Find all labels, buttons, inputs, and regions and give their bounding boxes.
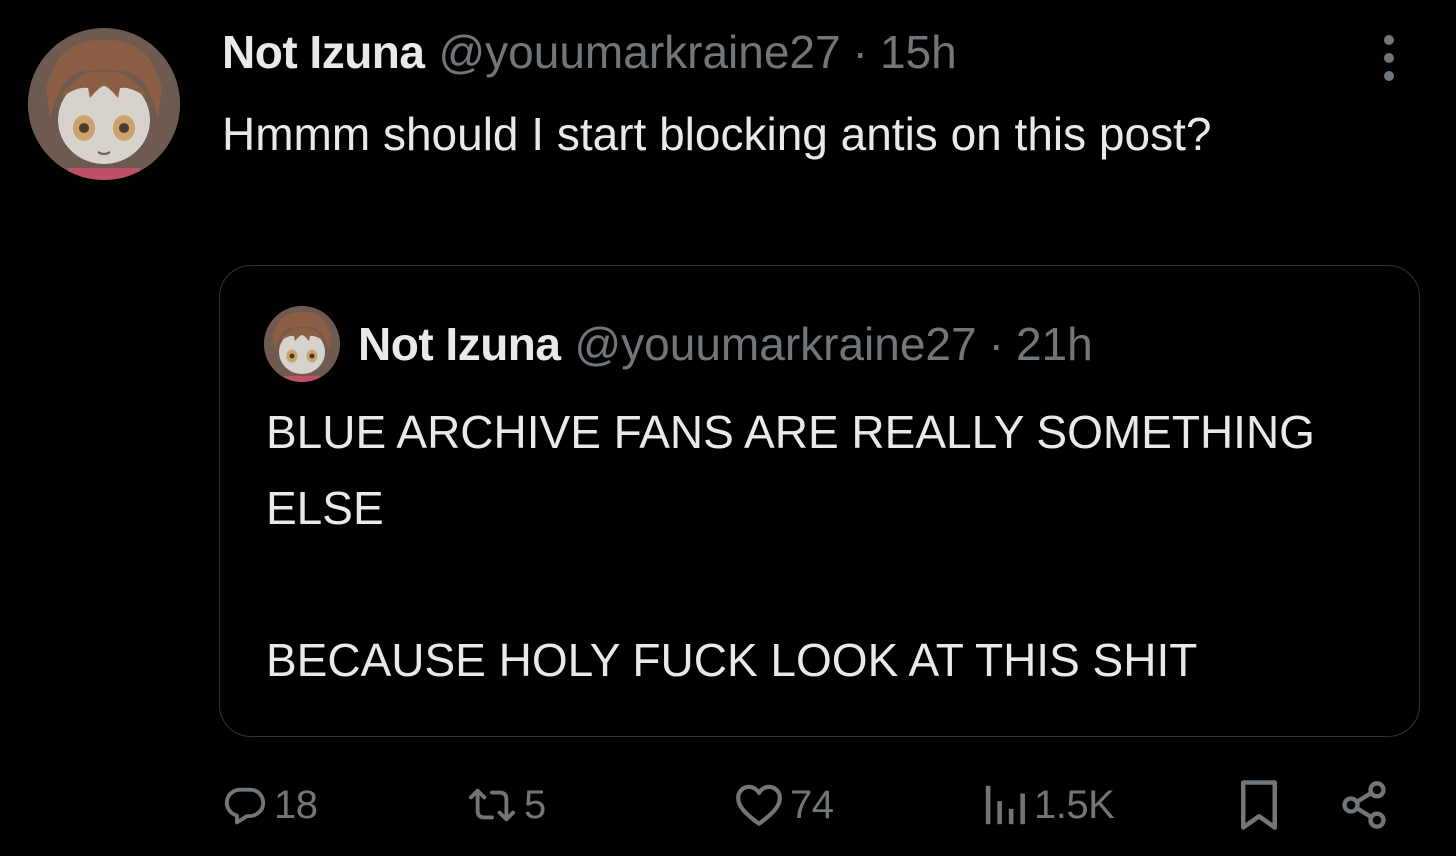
- reply-button[interactable]: 18: [222, 770, 318, 840]
- bookmark-icon: [1241, 780, 1277, 830]
- quoted-author-name[interactable]: Not Izuna: [358, 317, 561, 371]
- bookmark-button[interactable]: [1236, 770, 1282, 840]
- like-button[interactable]: 74: [734, 770, 834, 840]
- author-avatar[interactable]: [28, 28, 180, 180]
- post-time[interactable]: 15h: [880, 25, 957, 79]
- repost-button[interactable]: 5: [466, 770, 546, 840]
- more-options-button[interactable]: [1374, 32, 1404, 84]
- views-button[interactable]: 1.5K: [982, 770, 1115, 840]
- action-bar: 18 5 74 1.5K: [0, 770, 1456, 840]
- repost-icon: [468, 788, 515, 822]
- reply-count: 18: [274, 782, 318, 827]
- separator-dot: ·: [852, 26, 868, 78]
- quoted-tweet-header: Not Izuna @youumarkraine27 · 21h: [358, 314, 1093, 374]
- quoted-author-avatar[interactable]: [264, 306, 340, 382]
- share-icon: [1342, 781, 1386, 829]
- quoted-tweet[interactable]: Not Izuna @youumarkraine27 · 21h BLUE AR…: [219, 265, 1420, 737]
- quoted-author-handle[interactable]: @youumarkraine27: [574, 317, 976, 371]
- views-count: 1.5K: [1034, 782, 1115, 827]
- tweet-text: Hmmm should I start blocking antis on th…: [222, 108, 1212, 160]
- views-bars-icon: [985, 785, 1025, 825]
- like-count: 74: [790, 782, 834, 827]
- tweet[interactable]: Not Izuna @youumarkraine27 · 15h Hmmm sh…: [0, 0, 1456, 856]
- more-vertical-icon: [1384, 35, 1394, 81]
- reply-bubble-icon: [224, 787, 266, 825]
- tweet-header: Not Izuna @youumarkraine27 · 15h: [222, 22, 957, 82]
- author-name[interactable]: Not Izuna: [222, 25, 425, 79]
- avatar-image: [28, 28, 180, 180]
- author-handle[interactable]: @youumarkraine27: [438, 25, 840, 79]
- quoted-tweet-text: BLUE ARCHIVE FANS ARE REALLY SOMETHING E…: [266, 406, 1315, 686]
- quoted-post-time[interactable]: 21h: [1016, 317, 1093, 371]
- repost-count: 5: [524, 782, 546, 827]
- avatar-image: [264, 306, 340, 382]
- heart-icon: [736, 784, 782, 826]
- separator-dot: ·: [988, 318, 1004, 370]
- share-button[interactable]: [1338, 770, 1390, 840]
